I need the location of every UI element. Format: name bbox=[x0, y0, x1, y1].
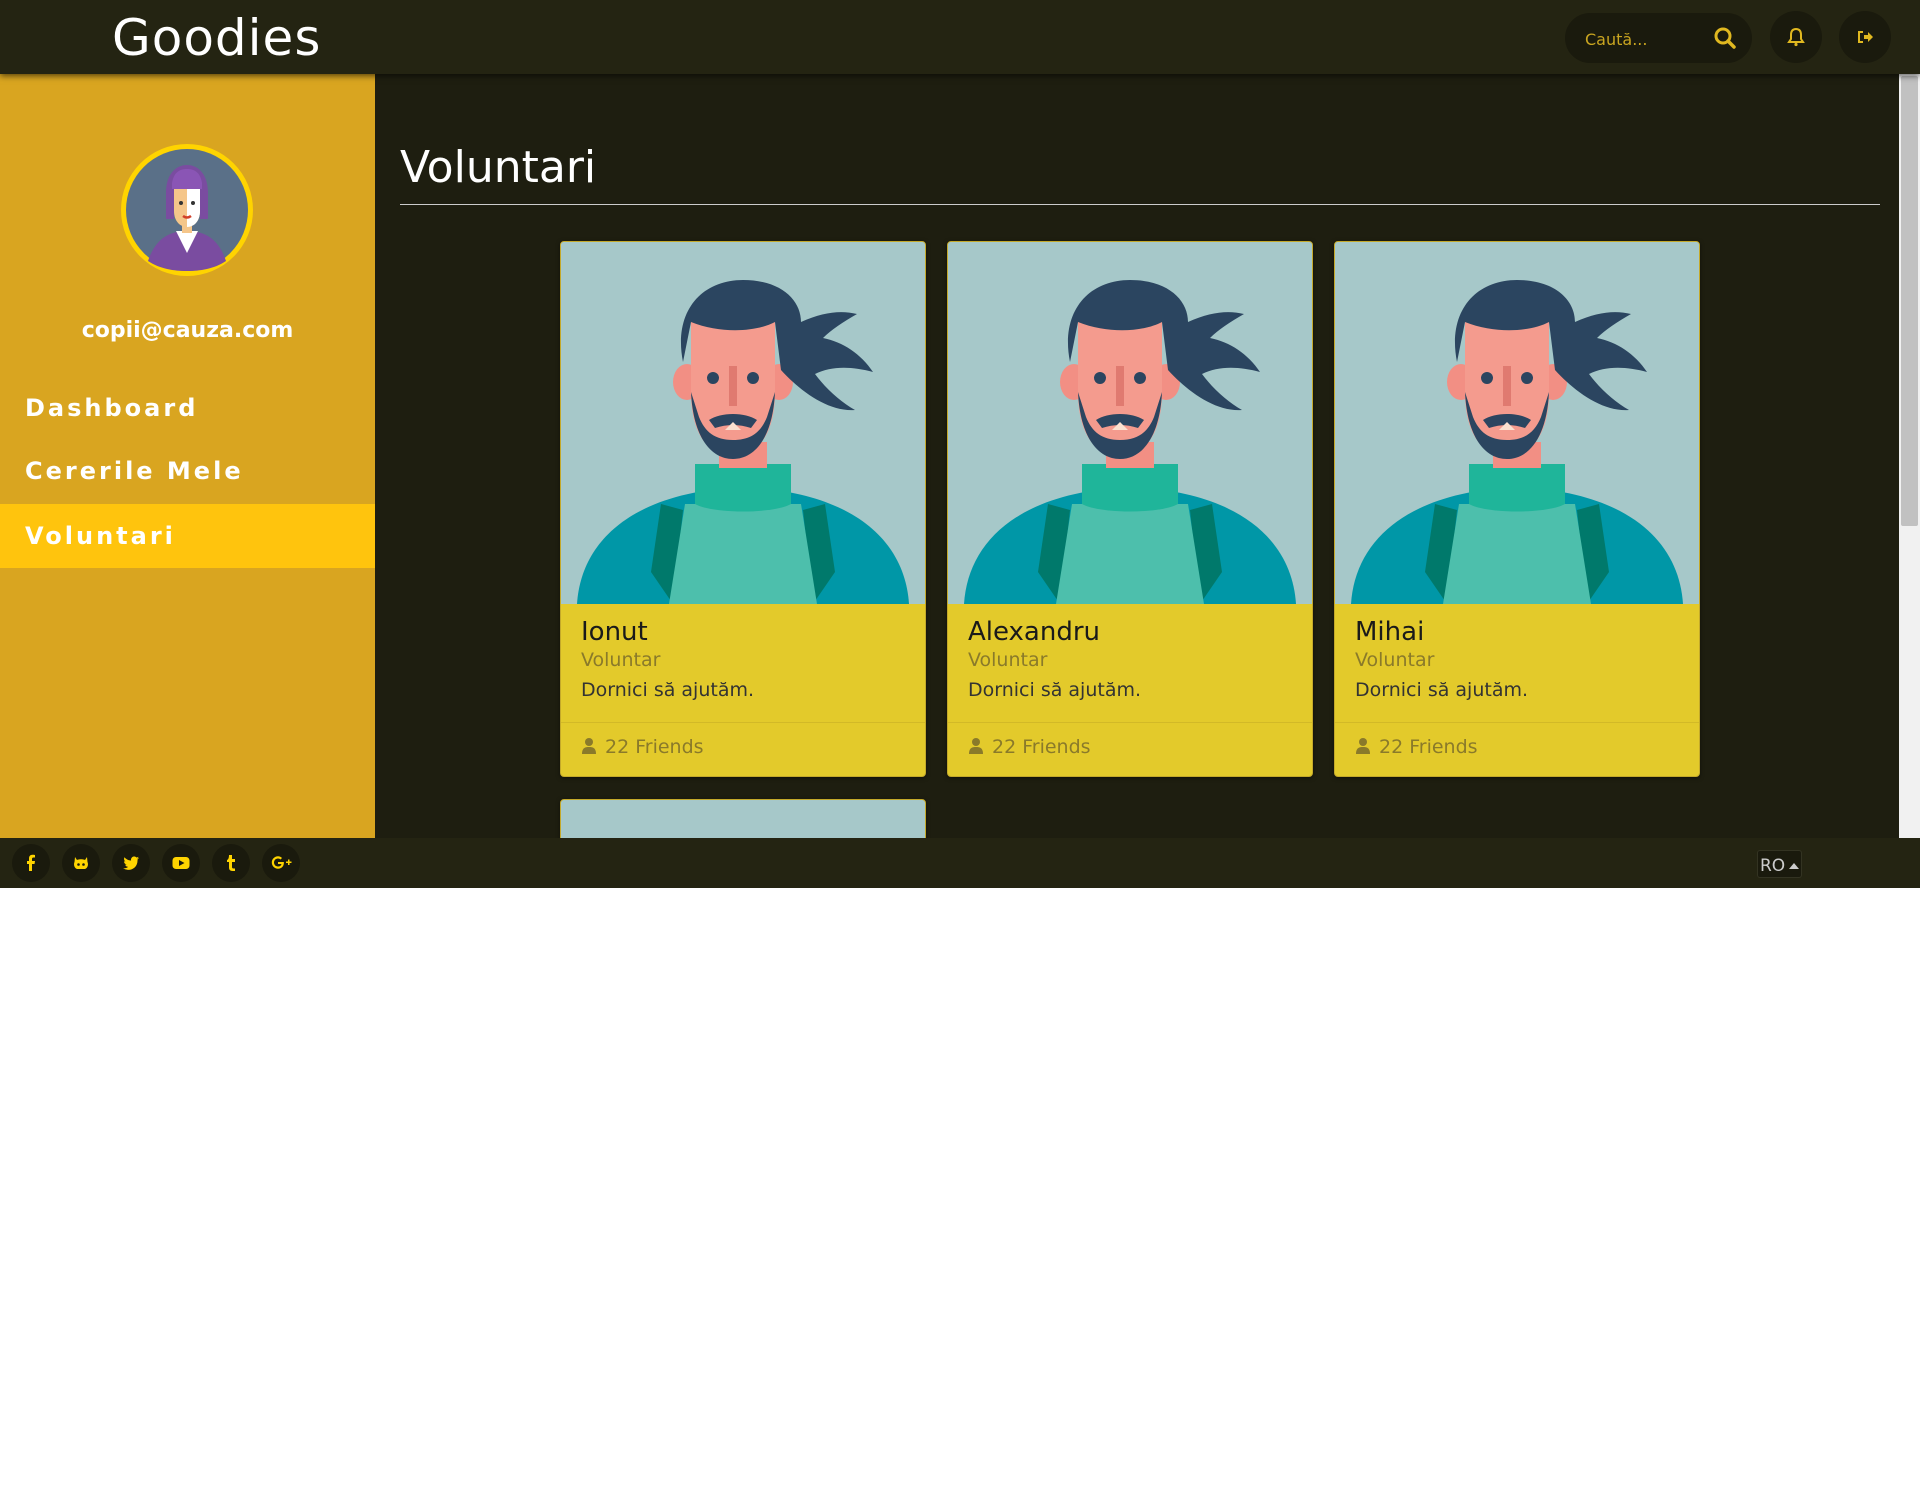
search-icon[interactable] bbox=[1713, 26, 1737, 54]
user-icon bbox=[969, 738, 983, 754]
card-divider bbox=[561, 722, 925, 723]
volunteer-description: Dornici să ajutăm. bbox=[968, 679, 1142, 701]
volunteer-card[interactable]: Ionut Voluntar Dornici să ajutăm. 22 Fri… bbox=[560, 241, 926, 777]
card-divider bbox=[1335, 722, 1699, 723]
volunteer-avatar bbox=[1335, 242, 1699, 604]
scrollbar-thumb[interactable] bbox=[1901, 76, 1918, 526]
volunteer-description: Dornici să ajutăm. bbox=[1355, 679, 1529, 701]
facebook-icon[interactable] bbox=[12, 844, 50, 882]
volunteer-role: Voluntar bbox=[1355, 649, 1435, 671]
notifications-button[interactable] bbox=[1770, 11, 1822, 63]
friends-label: 22 Friends bbox=[1379, 736, 1478, 758]
volunteer-role: Voluntar bbox=[968, 649, 1048, 671]
volunteer-role: Voluntar bbox=[581, 649, 661, 671]
google-plus-icon[interactable] bbox=[262, 844, 300, 882]
sidebar-item-cererile-mele[interactable]: Cererile Mele bbox=[0, 439, 375, 503]
volunteer-description: Dornici să ajutăm. bbox=[581, 679, 755, 701]
search-box bbox=[1565, 13, 1752, 63]
volunteer-name: Alexandru bbox=[968, 617, 1101, 647]
github-icon[interactable] bbox=[62, 844, 100, 882]
friends-count: 22 Friends bbox=[1355, 736, 1478, 758]
caret-up-icon bbox=[1789, 851, 1800, 877]
user-email: copii@cauza.com bbox=[81, 318, 294, 343]
page-title: Voluntari bbox=[400, 142, 597, 193]
bearded-man-illustration-icon bbox=[1335, 242, 1699, 604]
user-icon bbox=[582, 738, 596, 754]
volunteer-card[interactable]: Alexandru Voluntar Dornici să ajutăm. 22… bbox=[947, 241, 1313, 777]
volunteer-avatar bbox=[561, 800, 925, 838]
friends-count: 22 Friends bbox=[581, 736, 704, 758]
footer: RO bbox=[0, 838, 1920, 888]
friends-count: 22 Friends bbox=[968, 736, 1091, 758]
bearded-man-illustration-icon bbox=[561, 242, 925, 604]
volunteer-avatar bbox=[948, 242, 1312, 604]
friends-label: 22 Friends bbox=[992, 736, 1091, 758]
card-divider bbox=[948, 722, 1312, 723]
logout-button[interactable] bbox=[1839, 11, 1891, 63]
volunteer-card[interactable]: Mihai Voluntar Dornici să ajutăm. 22 Fri… bbox=[1334, 241, 1700, 777]
language-selector[interactable]: RO bbox=[1757, 850, 1803, 878]
female-avatar-icon bbox=[126, 149, 248, 271]
user-icon bbox=[1356, 738, 1370, 754]
volunteer-card-partial[interactable] bbox=[560, 799, 926, 838]
volunteer-name: Mihai bbox=[1355, 617, 1425, 647]
volunteer-name: Ionut bbox=[581, 617, 648, 647]
youtube-icon[interactable] bbox=[162, 844, 200, 882]
tumblr-icon[interactable] bbox=[212, 844, 250, 882]
sidebar: copii@cauza.com Dashboard Cererile Mele … bbox=[0, 74, 388, 838]
top-navbar: Goodies bbox=[0, 0, 1920, 74]
title-divider bbox=[400, 204, 1880, 205]
sidebar-item-dashboard[interactable]: Dashboard bbox=[0, 376, 375, 440]
brand-logo[interactable]: Goodies bbox=[112, 8, 321, 68]
twitter-icon[interactable] bbox=[112, 844, 150, 882]
sidebar-item-voluntari[interactable]: Voluntari bbox=[0, 504, 388, 568]
bearded-man-illustration-icon bbox=[948, 242, 1312, 604]
friends-label: 22 Friends bbox=[605, 736, 704, 758]
language-label: RO bbox=[1760, 856, 1786, 876]
volunteer-avatar bbox=[561, 242, 925, 604]
avatar[interactable] bbox=[121, 144, 253, 276]
search-input[interactable] bbox=[1583, 25, 1712, 53]
main-content: Voluntari Ionut Voluntar Dornici să ajut… bbox=[375, 74, 1899, 838]
